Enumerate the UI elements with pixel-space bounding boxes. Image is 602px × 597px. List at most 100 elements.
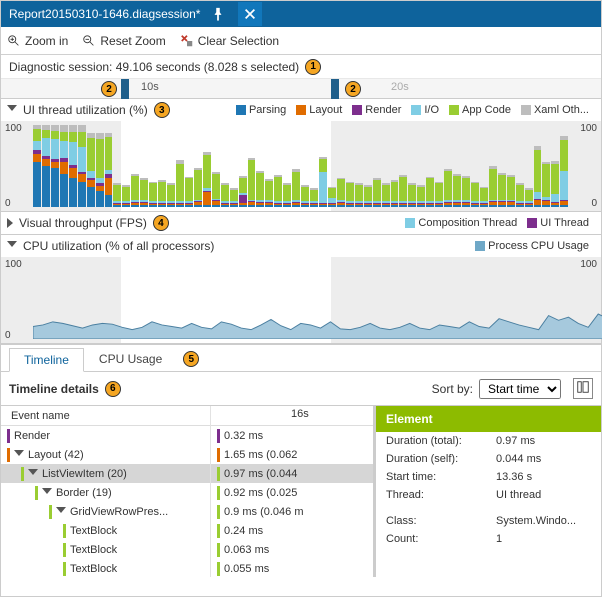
lane-cpu-chart[interactable]: 100 0 100 0 — [1, 257, 601, 343]
ui-bar-seg — [203, 155, 211, 188]
row-label: ListViewItem (20) — [42, 468, 127, 480]
event-duration-col: 16s 0.32 ms1.65 ms (0.0620.97 ms (0.0440… — [211, 406, 373, 577]
ui-bar-seg — [87, 138, 95, 171]
clear-selection-button[interactable]: Clear Selection — [180, 34, 279, 48]
event-tree-wrap: Event name RenderLayout (42) ListViewItem… — [1, 406, 376, 577]
ui-bar-seg — [435, 183, 443, 201]
legend-item: UI Thread — [527, 217, 589, 229]
duration-row[interactable]: 0.9 ms (0.046 m — [211, 502, 373, 521]
ui-bar-seg — [51, 131, 59, 139]
ui-bar — [355, 183, 363, 207]
duration-row[interactable]: 0.97 ms (0.044 — [211, 464, 373, 483]
selection-handle-right[interactable] — [331, 79, 339, 99]
lane-vt-title: Visual throughput (FPS) — [19, 216, 147, 230]
property-value: UI thread — [496, 489, 541, 501]
ui-bar — [60, 125, 68, 207]
selection-handle-left[interactable] — [121, 79, 129, 99]
zoom-in-button[interactable]: Zoom in — [7, 34, 68, 48]
ui-bar-seg — [534, 205, 542, 207]
ui-bar-seg — [176, 164, 184, 201]
reset-zoom-button[interactable]: Reset Zoom — [82, 34, 165, 48]
ui-bar-seg — [274, 177, 282, 202]
ui-bar — [69, 125, 77, 207]
lane-ui-chart[interactable]: 100 0 100 0 — [1, 121, 601, 211]
ui-bar-seg — [78, 125, 86, 132]
tree-row[interactable]: TextBlock — [1, 521, 210, 540]
legend-item: Xaml Oth... — [521, 104, 589, 116]
row-color-tick — [63, 543, 66, 557]
property-key: Duration (total): — [386, 435, 496, 447]
ui-bar-seg — [51, 139, 59, 160]
sort-by-label: Sort by: — [432, 382, 473, 396]
tree-row[interactable]: Layout (42) — [1, 445, 210, 464]
ui-bar — [480, 187, 488, 207]
ui-bar-seg — [69, 132, 77, 143]
reset-zoom-label: Reset Zoom — [100, 34, 165, 48]
ui-bar-seg — [96, 139, 104, 178]
property-row: Thread:UI thread — [376, 486, 601, 504]
tl-header-tick: 16s — [291, 408, 309, 420]
row-label: Border (19) — [56, 487, 112, 499]
configure-columns-icon[interactable] — [573, 378, 593, 399]
duration-row[interactable]: 0.92 ms (0.025 — [211, 483, 373, 502]
ui-bar-seg — [33, 162, 41, 207]
row-expander[interactable] — [42, 488, 52, 498]
event-name-header[interactable]: Event name — [1, 406, 210, 426]
ui-bar — [194, 168, 202, 207]
duration-row[interactable]: 0.24 ms — [211, 521, 373, 540]
ui-bar-seg — [453, 176, 461, 201]
ui-bar-seg — [292, 205, 300, 207]
ui-bar-seg — [507, 205, 515, 207]
ui-bar-seg — [534, 150, 542, 193]
time-ruler[interactable]: 2 10s 2 20s — [1, 79, 601, 99]
tree-row[interactable]: TextBlock — [1, 540, 210, 559]
ui-bar-seg — [42, 130, 50, 138]
close-tab-button[interactable] — [238, 2, 262, 26]
ui-bar-seg — [417, 205, 425, 207]
ui-bar-seg — [453, 205, 461, 207]
ui-bar-seg — [51, 168, 59, 207]
ui-bar-seg — [408, 185, 416, 201]
tree-row[interactable]: TextBlock — [1, 559, 210, 577]
duration-row[interactable]: 1.65 ms (0.062 — [211, 445, 373, 464]
lane-cpu-expander[interactable] — [7, 241, 17, 251]
ui-bar — [256, 171, 264, 207]
legend-label: Render — [365, 104, 401, 116]
ui-bar — [185, 177, 193, 207]
row-expander[interactable] — [14, 450, 24, 460]
duration-text: 0.9 ms (0.046 m — [224, 506, 303, 518]
pin-icon[interactable] — [206, 2, 230, 26]
tree-row[interactable]: ListViewItem (20) — [1, 464, 210, 483]
window-titlebar: Report20150310-1646.diagsession* — [1, 1, 601, 27]
duration-bar — [217, 543, 220, 557]
lane-vt-expander[interactable] — [7, 218, 13, 228]
ui-bar-seg — [542, 164, 550, 197]
tab-timeline[interactable]: Timeline — [9, 348, 84, 372]
ui-bar — [399, 175, 407, 207]
ui-bar-seg — [248, 160, 256, 199]
row-expander[interactable] — [28, 469, 38, 479]
ui-bar-seg — [60, 162, 68, 174]
duration-row[interactable]: 0.063 ms — [211, 540, 373, 559]
sort-by-select[interactable]: Start time — [479, 379, 561, 399]
ui-bar — [408, 183, 416, 207]
ui-bar-seg — [355, 185, 363, 201]
zoom-reset-icon — [82, 34, 96, 48]
ui-bar — [42, 125, 50, 207]
lane-ui-expander[interactable] — [7, 105, 17, 115]
duration-row[interactable]: 0.055 ms — [211, 559, 373, 577]
duration-row[interactable]: 0.32 ms — [211, 426, 373, 445]
row-expander[interactable] — [56, 507, 66, 517]
ui-bar-seg — [78, 182, 86, 207]
tab-cpu-usage[interactable]: CPU Usage — [84, 347, 177, 371]
tree-row[interactable]: Render — [1, 426, 210, 445]
property-value: 1 — [496, 533, 502, 545]
ui-bar-seg — [301, 187, 309, 202]
duration-bar — [217, 505, 220, 519]
tree-row[interactable]: Border (19) — [1, 483, 210, 502]
ui-bar-seg — [42, 166, 50, 207]
ui-bar-seg — [194, 170, 202, 200]
ui-bar-seg — [78, 132, 86, 147]
ui-bar-seg — [426, 178, 434, 201]
tree-row[interactable]: GridViewRowPres... — [1, 502, 210, 521]
